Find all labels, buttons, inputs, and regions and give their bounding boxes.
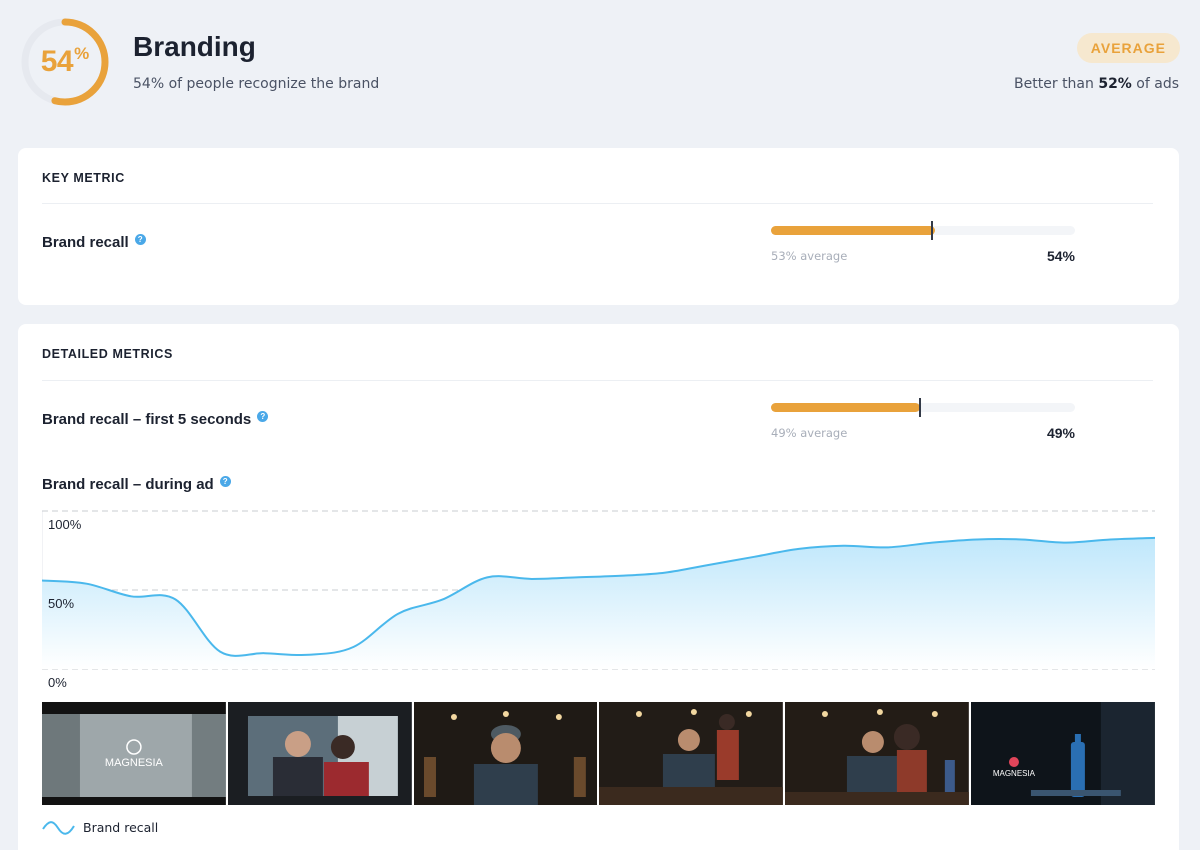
average-marker	[918, 398, 921, 417]
thumbnail-2[interactable]	[227, 702, 412, 805]
detailed-metrics-heading: DETAILED METRICS	[42, 347, 173, 361]
key-metric-heading: KEY METRIC	[42, 171, 125, 185]
benchmark-suffix: of ads	[1131, 76, 1179, 92]
key-metric-card: KEY METRIC Brand recall ? 53% average 54…	[18, 148, 1179, 305]
page-title: Branding	[133, 31, 256, 62]
help-icon[interactable]: ?	[257, 411, 269, 422]
thumbnail-strip: MAGNESIA MAGNESIA	[42, 702, 1155, 805]
legend-label: Brand recall	[83, 820, 159, 835]
y-tick-label: 100%	[48, 517, 82, 532]
brand-recall-bar	[771, 221, 1075, 240]
help-icon[interactable]: ?	[219, 476, 231, 487]
thumbnail-6[interactable]: MAGNESIA	[971, 702, 1155, 805]
brand-recall-average: 53% average	[771, 249, 848, 263]
brand-recall-label: Brand recall ?	[42, 234, 146, 251]
detailed-metrics-card: DETAILED METRICS Brand recall – first 5 …	[18, 324, 1179, 850]
chart-legend: Brand recall	[42, 820, 158, 835]
brand-recall-bar-fill	[771, 226, 936, 235]
status-badge: AVERAGE	[1076, 33, 1180, 63]
wave-icon	[42, 820, 75, 835]
average-marker	[931, 221, 934, 240]
first5-label: Brand recall – first 5 seconds ?	[42, 411, 269, 428]
brand-recall-text: Brand recall	[42, 234, 129, 251]
divider	[42, 380, 1153, 381]
divider	[42, 203, 1153, 204]
during-ad-text: Brand recall – during ad	[42, 476, 214, 493]
help-icon[interactable]: ?	[134, 234, 146, 245]
brand-recall-value: 54%	[1046, 248, 1075, 264]
brand-recall-chart: 100% 50% 0%	[42, 510, 1155, 688]
score-value: 54%	[20, 17, 110, 107]
first5-value: 49%	[1046, 425, 1075, 441]
recall-area	[42, 537, 1155, 669]
first5-bar	[771, 398, 1075, 417]
thumbnail-4[interactable]	[599, 702, 784, 805]
y-tick-label: 50%	[48, 596, 74, 611]
y-tick-label: 0%	[48, 675, 67, 688]
benchmark-prefix: Better than	[1014, 76, 1099, 92]
during-ad-label: Brand recall – during ad ?	[42, 476, 231, 493]
score-number: 54	[40, 45, 74, 78]
benchmark-text: Better than 52% of ads	[1014, 76, 1179, 92]
thumbnail-5[interactable]	[785, 702, 970, 805]
thumbnail-3[interactable]	[413, 702, 598, 805]
benchmark-value: 52%	[1098, 76, 1132, 92]
first5-text: Brand recall – first 5 seconds	[42, 411, 252, 428]
thumbnail-1-logo-text: MAGNESIA	[105, 757, 164, 769]
thumbnail-6-logo-text: MAGNESIA	[993, 769, 1036, 778]
score-unit: %	[74, 44, 90, 63]
first5-average: 49% average	[771, 426, 848, 440]
first5-bar-fill	[771, 403, 920, 412]
thumbnail-1[interactable]: MAGNESIA	[42, 702, 226, 805]
page-subtitle: 54% of people recognize the brand	[133, 76, 380, 92]
